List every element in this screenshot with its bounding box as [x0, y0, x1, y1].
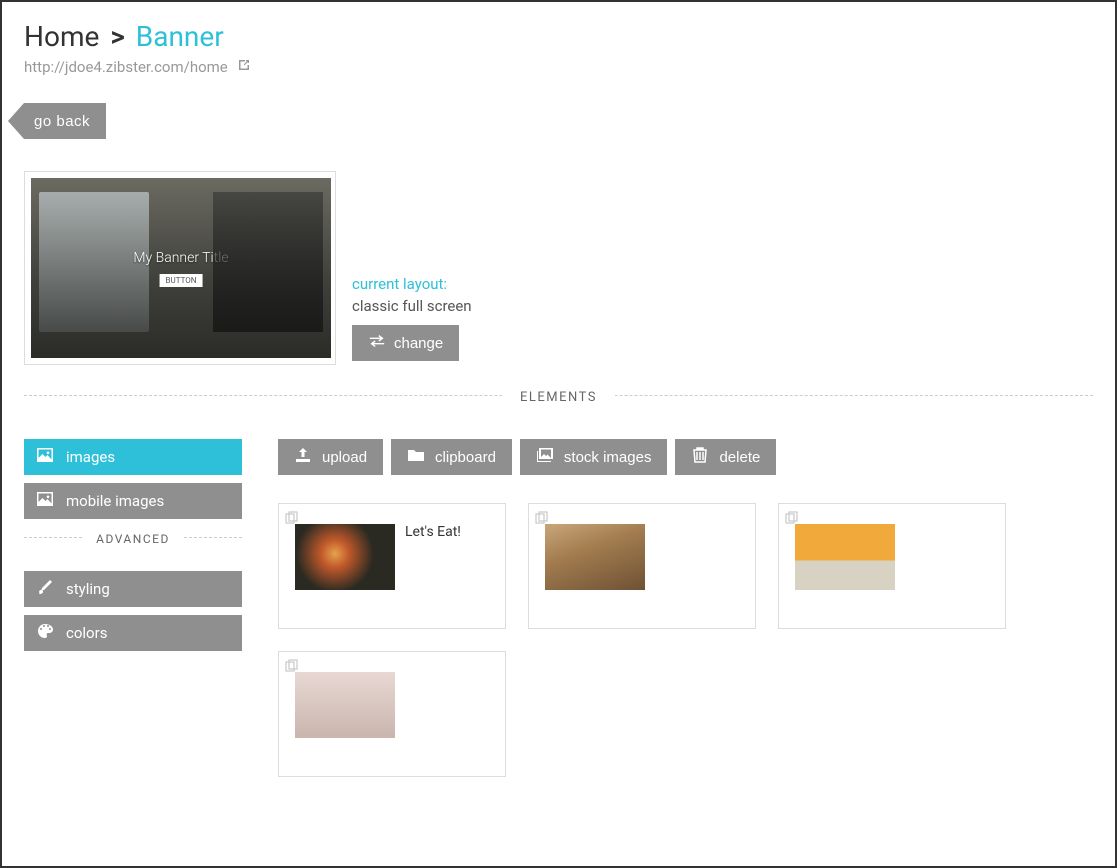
change-label: change [394, 335, 443, 352]
breadcrumb-sep: > [110, 20, 125, 53]
page-url: http://jdoe4.zibster.com/home [24, 58, 228, 76]
image-card[interactable] [278, 651, 506, 777]
folder-icon [407, 447, 425, 467]
thumbnail [795, 524, 895, 590]
external-link-icon[interactable] [236, 57, 252, 77]
breadcrumb: Home > Banner [24, 20, 1093, 53]
sidebar: images mobile images ADVANCED styling co… [24, 439, 242, 777]
image-card[interactable]: Let's Eat! [278, 503, 506, 629]
copy-icon [285, 658, 299, 672]
delete-button[interactable]: delete [675, 439, 776, 475]
sidebar-item-mobile-images[interactable]: mobile images [24, 483, 242, 519]
go-back-label: go back [34, 113, 90, 130]
thumbnail [545, 524, 645, 590]
image-icon [36, 490, 54, 512]
preview-title-overlay: My Banner Title [31, 250, 331, 266]
elements-divider: ELEMENTS [24, 395, 1093, 415]
upload-button[interactable]: upload [278, 439, 383, 475]
sidebar-item-colors[interactable]: colors [24, 615, 242, 651]
breadcrumb-root[interactable]: Home [24, 20, 99, 53]
clipboard-button[interactable]: clipboard [391, 439, 512, 475]
image-card[interactable] [528, 503, 756, 629]
thumbnail [295, 524, 395, 590]
copy-icon [785, 510, 799, 524]
brush-icon [36, 578, 54, 600]
sidebar-item-images[interactable]: images [24, 439, 242, 475]
image-card[interactable] [778, 503, 1006, 629]
sidebar-item-label: mobile images [66, 492, 164, 510]
card-label: Let's Eat! [405, 524, 461, 540]
images-icon [536, 447, 554, 467]
go-back-button[interactable]: go back [24, 103, 106, 139]
swap-icon [368, 334, 386, 352]
toolbar: upload clipboard stock images delete [278, 439, 1093, 475]
sidebar-item-label: images [66, 448, 115, 466]
change-layout-button[interactable]: change [352, 325, 459, 361]
copy-icon [285, 510, 299, 524]
stock-images-button[interactable]: stock images [520, 439, 668, 475]
sidebar-item-styling[interactable]: styling [24, 571, 242, 607]
page-url-row: http://jdoe4.zibster.com/home [24, 57, 1093, 77]
main-panel: upload clipboard stock images delete [278, 439, 1093, 777]
trash-icon [691, 447, 709, 467]
layout-label: current layout: [352, 275, 472, 293]
layout-value: classic full screen [352, 297, 472, 315]
copy-icon [535, 510, 549, 524]
sidebar-item-label: styling [66, 580, 110, 598]
layout-preview[interactable]: My Banner Title BUTTON [24, 171, 336, 365]
image-cards: Let's Eat! [278, 503, 1093, 777]
advanced-divider: ADVANCED [24, 537, 242, 557]
preview-button-overlay: BUTTON [160, 274, 203, 287]
breadcrumb-current: Banner [136, 20, 224, 53]
image-icon [36, 446, 54, 468]
palette-icon [36, 622, 54, 644]
layout-info: current layout: classic full screen chan… [352, 275, 472, 365]
upload-icon [294, 447, 312, 467]
thumbnail [295, 672, 395, 738]
sidebar-item-label: colors [66, 624, 107, 642]
